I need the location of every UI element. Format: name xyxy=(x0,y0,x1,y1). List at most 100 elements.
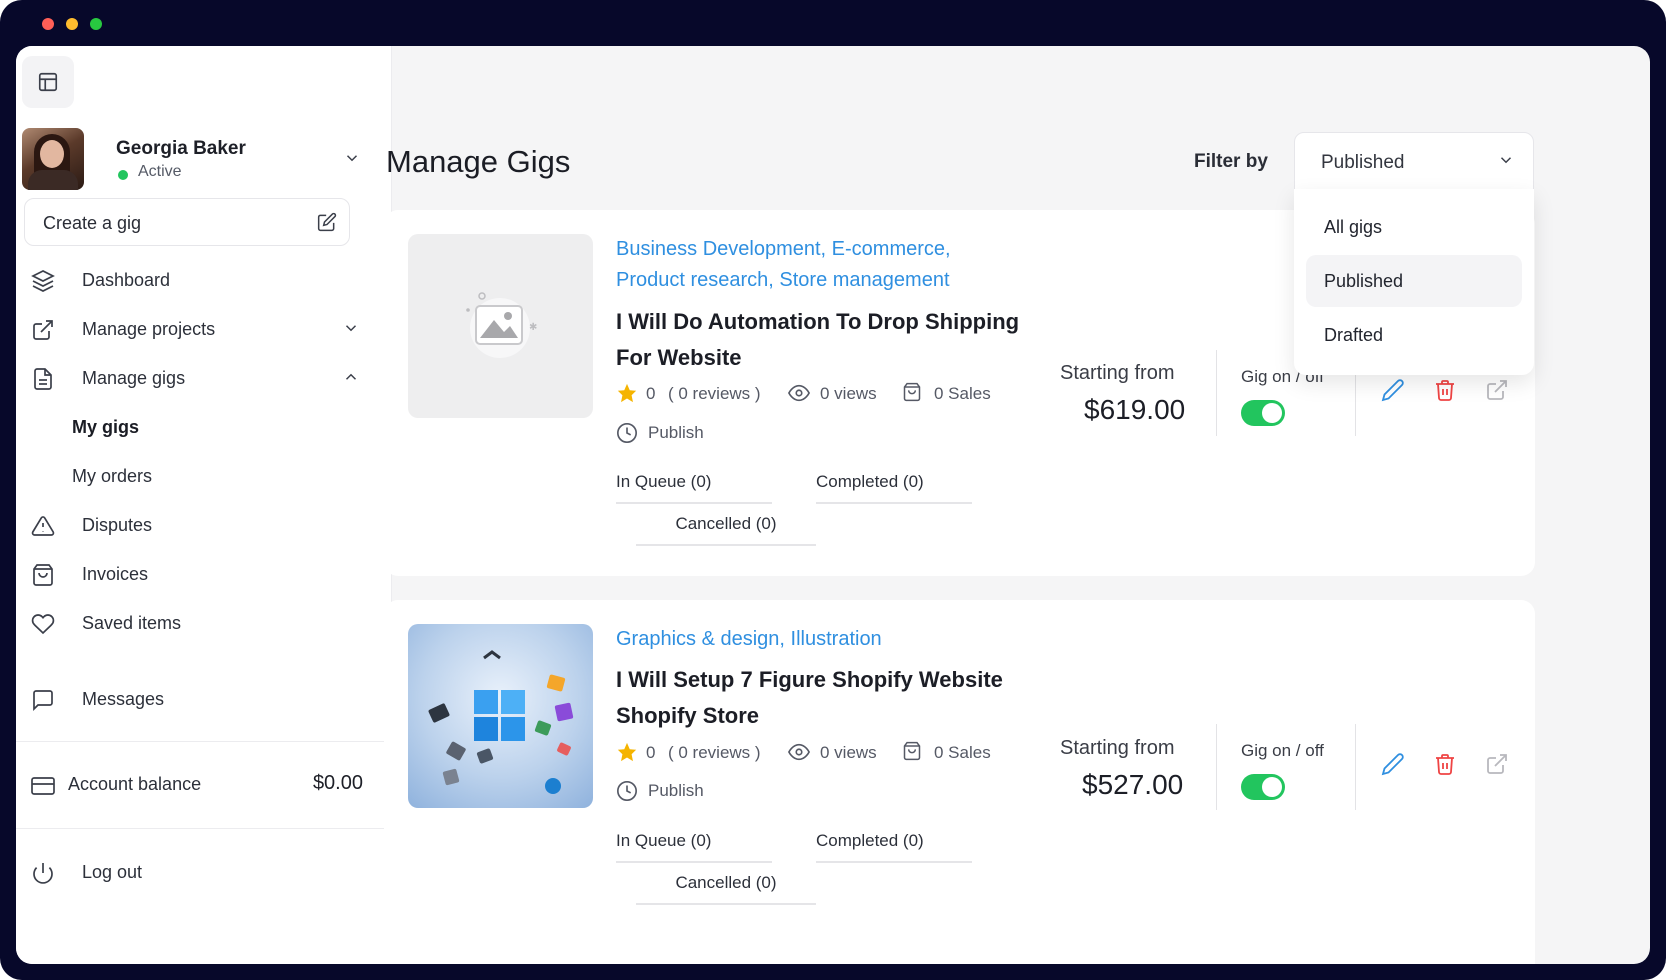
power-icon xyxy=(30,860,56,886)
tab-in-queue[interactable]: In Queue (0) xyxy=(616,831,772,863)
sidebar-item-messages[interactable]: Messages xyxy=(30,679,360,719)
image-placeholder-icon: ✱ xyxy=(466,292,537,358)
sidebar-item-label: Messages xyxy=(82,689,165,709)
gig-toggle[interactable] xyxy=(1241,774,1285,800)
star-icon xyxy=(617,383,637,403)
sidebar-toggle-button[interactable] xyxy=(22,56,74,108)
create-gig-button[interactable]: Create a gig xyxy=(24,198,350,246)
tab-in-queue[interactable]: In Queue (0) xyxy=(616,472,772,504)
sidebar-item-invoices[interactable]: Invoices xyxy=(30,554,360,594)
gig-title-line[interactable]: I Will Do Automation To Drop Shipping xyxy=(616,304,1076,340)
gig-title-line[interactable]: Shopify Store xyxy=(616,698,1076,734)
account-balance-label: Account balance xyxy=(68,774,202,794)
logout-button[interactable]: Log out xyxy=(30,852,360,892)
gig-reviews: ( 0 reviews ) xyxy=(668,384,761,403)
gig-categories[interactable]: Business Development, E-commerce, Produc… xyxy=(616,234,951,296)
window-maximize-dot[interactable] xyxy=(90,18,102,30)
trash-icon xyxy=(1436,380,1454,401)
page-title: Manage Gigs xyxy=(386,144,571,179)
trash-icon xyxy=(1436,754,1454,775)
eye-icon xyxy=(788,743,810,761)
layers-icon xyxy=(30,268,56,294)
window-minimize-dot[interactable] xyxy=(66,18,78,30)
price-value: $527.00 xyxy=(1082,769,1184,800)
filter-option-all-gigs[interactable]: All gigs xyxy=(1306,201,1522,253)
message-square-icon xyxy=(30,687,56,713)
gig-toggle-label: Gig on / off xyxy=(1241,741,1324,760)
gig-sales: 0 Sales xyxy=(934,384,991,403)
filter-option-published[interactable]: Published xyxy=(1306,255,1522,307)
tab-completed[interactable]: Completed (0) xyxy=(816,472,972,504)
tab-completed[interactable]: Completed (0) xyxy=(816,831,972,863)
gig-views: 0 views xyxy=(820,384,877,403)
delete-gig-button[interactable] xyxy=(1431,376,1459,404)
svg-text:✱: ✱ xyxy=(529,322,537,333)
window-close-dot[interactable] xyxy=(42,18,54,30)
divider xyxy=(1355,724,1356,810)
share-gig-button[interactable] xyxy=(1483,750,1511,778)
sidebar-subitem-my-gigs[interactable]: My gigs xyxy=(72,417,139,438)
gig-title[interactable]: I Will Do Automation To Drop Shipping Fo… xyxy=(616,304,1076,376)
category-line[interactable]: Business Development, E-commerce, xyxy=(616,234,951,265)
gig-toggle[interactable] xyxy=(1241,400,1285,426)
credit-card-icon xyxy=(30,773,56,799)
gig-title-line[interactable]: I Will Setup 7 Figure Shopify Website xyxy=(616,662,1076,698)
profile-menu-toggle[interactable] xyxy=(340,146,364,170)
sidebar-item-label: Saved items xyxy=(82,613,182,633)
user-profile[interactable]: Georgia Baker Active xyxy=(22,128,374,194)
clock-icon xyxy=(617,423,637,443)
divider xyxy=(1216,724,1217,810)
pencil-icon xyxy=(1381,379,1404,402)
gig-reviews: ( 0 reviews ) xyxy=(668,743,761,762)
tab-cancelled[interactable]: Cancelled (0) xyxy=(636,873,816,905)
sidebar-item-saved-items[interactable]: Saved items xyxy=(30,603,360,643)
gig-categories[interactable]: Graphics & design, Illustration xyxy=(616,624,882,655)
filter-selected-value: Published xyxy=(1321,152,1405,173)
filter-option-drafted[interactable]: Drafted xyxy=(1306,309,1522,361)
sidebar-item-label: Dashboard xyxy=(82,270,171,290)
chevron-down-icon xyxy=(346,155,358,162)
sidebar-item-manage-projects[interactable]: Manage projects xyxy=(30,309,360,349)
price-label: Starting from xyxy=(1060,737,1175,759)
sidebar-item-label: Disputes xyxy=(82,515,153,535)
sidebar-item-disputes[interactable]: Disputes xyxy=(30,505,360,545)
option-label: Drafted xyxy=(1324,325,1384,345)
windows-logo-image xyxy=(428,650,574,794)
gig-views: 0 views xyxy=(820,743,877,762)
gig-title-line[interactable]: For Website xyxy=(616,340,1076,376)
avatar xyxy=(22,128,84,190)
category-line[interactable]: Graphics & design, Illustration xyxy=(616,624,882,655)
sidebar-item-label: Invoices xyxy=(82,564,149,584)
gig-status: Publish xyxy=(616,780,704,807)
filter-label: Filter by xyxy=(1194,151,1268,172)
share-icon xyxy=(1487,754,1507,774)
tab-cancelled[interactable]: Cancelled (0) xyxy=(636,514,816,546)
share-icon xyxy=(1487,380,1507,400)
sidebar-divider xyxy=(16,828,392,829)
gig-thumbnail: ✱ xyxy=(408,234,593,418)
sidebar-toggle-icon xyxy=(38,72,58,92)
sidebar-item-manage-gigs[interactable]: Manage gigs xyxy=(30,358,360,398)
shopping-bag-icon xyxy=(903,741,921,761)
filter-select[interactable]: Published xyxy=(1294,132,1534,190)
pencil-icon xyxy=(1381,753,1404,776)
star-icon xyxy=(617,742,637,762)
delete-gig-button[interactable] xyxy=(1431,750,1459,778)
edit-gig-button[interactable] xyxy=(1379,376,1407,404)
category-line[interactable]: Product research, Store management xyxy=(616,265,951,296)
option-label: All gigs xyxy=(1324,217,1383,237)
price-value: $619.00 xyxy=(1084,394,1186,425)
chevron-up-icon[interactable] xyxy=(342,368,360,391)
share-gig-button[interactable] xyxy=(1483,376,1511,404)
edit-gig-button[interactable] xyxy=(1379,750,1407,778)
gig-title[interactable]: I Will Setup 7 Figure Shopify Website Sh… xyxy=(616,662,1076,734)
price-label: Starting from xyxy=(1060,362,1175,384)
heart-icon xyxy=(30,611,56,637)
gig-stats: 0 ( 0 reviews ) 0 views 0 Sales xyxy=(616,382,1036,406)
chevron-down-icon[interactable] xyxy=(342,319,360,342)
sidebar-subitem-my-orders[interactable]: My orders xyxy=(72,466,152,487)
external-link-icon xyxy=(30,317,56,343)
sidebar-item-dashboard[interactable]: Dashboard xyxy=(30,260,360,300)
gig-status: Publish xyxy=(616,422,704,449)
user-name: Georgia Baker xyxy=(116,138,246,159)
